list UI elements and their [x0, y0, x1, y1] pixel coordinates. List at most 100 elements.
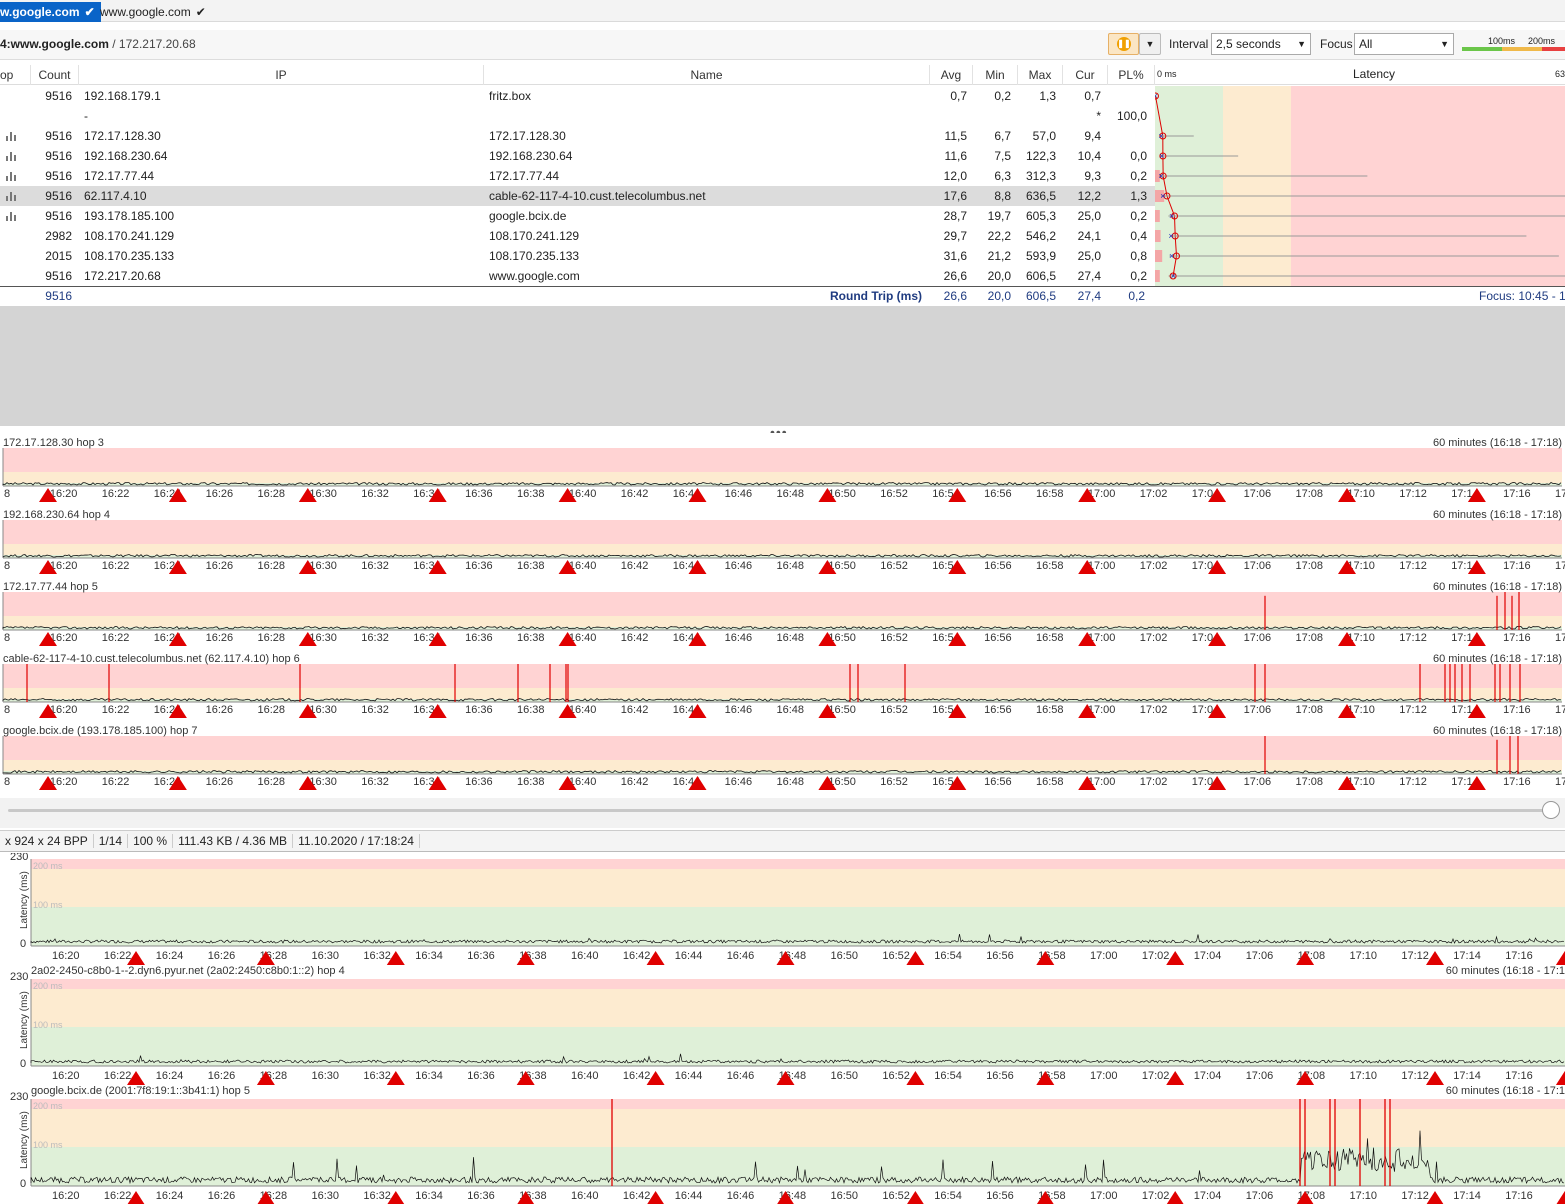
hop-row[interactable]: 9516 193.178.185.100 google.bcix.de 28,7 19,… [0, 206, 1155, 226]
time-tick-label: 17:1 [1555, 488, 1565, 500]
zone-good [31, 1027, 1565, 1066]
status-bar: x 924 x 24 BPP 1/14 100 % 111.43 KB / 4.36 … [0, 830, 1565, 852]
packet-loss-bar [1155, 250, 1163, 262]
time-tick-label: 16:56 [984, 776, 1012, 788]
summary-count: 9516 [45, 289, 72, 303]
scale-warn-bar [1502, 47, 1542, 51]
y-axis-title: Latency (ms) [19, 991, 30, 1049]
time-tick-label: 16:46 [727, 950, 755, 962]
time-tick-label: 16:58 [1036, 704, 1064, 716]
time-tick-label: 17:06 [1244, 560, 1272, 572]
latency-title: Latency [1353, 67, 1396, 81]
time-tick-label: 17:16 [1505, 1190, 1533, 1202]
col-avg[interactable]: Avg [930, 65, 973, 85]
slider-thumb[interactable] [1542, 801, 1560, 819]
hop-row[interactable]: 2015 108.170.235.133 108.170.235.133 31,6 21… [0, 246, 1155, 266]
col-ip[interactable]: IP [79, 65, 484, 85]
event-marker-icon[interactable] [1556, 1191, 1565, 1204]
target-address: 4:www.google.com / 172.217.20.68 [0, 37, 196, 51]
time-tick-label: 17:12 [1399, 776, 1427, 788]
time-slider[interactable] [0, 798, 1565, 828]
tab-google-active[interactable]: w.google.com ✔ [0, 2, 101, 22]
y-zero-label: 0 [20, 1178, 26, 1190]
time-tick-label: 17:08 [1296, 560, 1324, 572]
time-tick-label: 17:16 [1503, 560, 1531, 572]
cell-ip: 108.170.235.133 [84, 249, 175, 263]
hop-timeline-chart[interactable]: 8 16:20 16:22 16:24 16:26 16:28 16:30 16:32 16:3… [0, 649, 1565, 721]
chart-range: 60 minutes (16:18 - 17:18) [1432, 725, 1562, 737]
hop-latency-chart[interactable]: 16:20 16:22 16:24 16:26 16:28 16:30 16:32 16:34… [0, 1085, 1565, 1204]
time-tick-label: 16:46 [727, 1190, 755, 1202]
event-marker-icon[interactable] [1555, 1071, 1565, 1085]
bar-chart-icon[interactable] [6, 132, 18, 141]
time-tick-label: 17:02 [1140, 488, 1168, 500]
bar-chart-icon[interactable] [6, 212, 18, 221]
chart-title: 172.17.128.30 hop 3 [3, 437, 104, 449]
col-min[interactable]: Min [973, 65, 1018, 85]
time-tick-label: 16:50 [831, 1070, 859, 1082]
time-tick-label: 16:50 [831, 950, 859, 962]
time-tick-label: 17:02 [1140, 776, 1168, 788]
bar-chart-icon[interactable] [6, 172, 18, 181]
cell-min: 6,3 [994, 169, 1011, 183]
hop-row[interactable]: 9516 172.217.20.68 www.google.com 26,6 20,0 6… [0, 266, 1155, 286]
hop-row[interactable]: - * 100,0 [0, 106, 1155, 126]
bar-chart-icon[interactable] [6, 152, 18, 161]
hop-row[interactable]: 9516 192.168.179.1 fritz.box 0,7 0,2 1,3 0,7 [0, 86, 1155, 106]
chart-title: 172.17.77.44 hop 5 [3, 581, 98, 593]
hop-row[interactable]: 9516 172.17.77.44 172.17.77.44 12,0 6,3 312,3… [0, 166, 1155, 186]
summary-max: 606,5 [1025, 289, 1056, 303]
cell-pl: 0,2 [1130, 169, 1147, 183]
time-tick-label: 16:22 [102, 776, 130, 788]
chart-range: 60 minutes (16:18 - 17:18) [1432, 437, 1562, 449]
chart-title: google.bcix.de (193.178.185.100) hop 7 [3, 725, 198, 737]
y-200-label: 200 ms [33, 861, 63, 871]
hop-row[interactable]: 9516 172.17.128.30 172.17.128.30 11,5 6,7 57,… [0, 126, 1155, 146]
event-marker-icon[interactable] [1555, 951, 1565, 965]
focus-select[interactable]: All ▼ [1354, 33, 1454, 55]
col-name[interactable]: Name [484, 65, 930, 85]
pause-icon: ❚❚ [1117, 37, 1131, 51]
time-tick-label: 16:46 [725, 560, 753, 572]
time-tick-label: 8 [4, 560, 10, 572]
time-tick-label: 16:48 [777, 560, 805, 572]
time-tick-label: 17:02 [1140, 632, 1168, 644]
hop-row[interactable]: 9516 192.168.230.64 192.168.230.64 11,6 7,5 1… [0, 146, 1155, 166]
cell-pl: 100,0 [1116, 109, 1147, 123]
hop-timeline-chart[interactable]: 8 16:20 16:22 16:24 16:26 16:28 16:30 16:32 16:3… [0, 433, 1565, 505]
interval-select[interactable]: 2,5 seconds ▼ [1211, 33, 1311, 55]
bar-chart-icon[interactable] [6, 192, 18, 201]
col-pl[interactable]: PL% [1108, 65, 1155, 85]
col-cur[interactable]: Cur [1063, 65, 1108, 85]
time-tick-label: 17:08 [1296, 776, 1324, 788]
hop-latency-chart[interactable]: 16:20 16:22 16:24 16:26 16:28 16:30 16:32 16:34… [0, 965, 1565, 1085]
pause-dropdown-button[interactable]: ▼ [1139, 33, 1161, 55]
summary-focus: Focus: 10:45 - 17 [1479, 289, 1565, 303]
time-tick-label: 17:14 [1453, 950, 1481, 962]
hop-row[interactable]: 9516 62.117.4.10 cable-62-117-4-10.cust.te… [0, 186, 1155, 206]
hop-latency-chart[interactable]: 16:20 16:22 16:24 16:26 16:28 16:30 16:32 16:34… [0, 853, 1565, 965]
col-hop[interactable]: op [0, 65, 31, 85]
time-tick-label: 16:52 [880, 776, 908, 788]
zone-bad [3, 592, 1562, 616]
hop-timeline-chart[interactable]: 8 16:20 16:22 16:24 16:26 16:28 16:30 16:32 16:3… [0, 577, 1565, 649]
y-200-label: 200 ms [33, 981, 63, 991]
time-tick-label: 17:12 [1401, 1070, 1429, 1082]
hop-row[interactable]: 2982 108.170.241.129 108.170.241.129 29,7 22… [0, 226, 1155, 246]
time-tick-label: 16:22 [102, 560, 130, 572]
cell-avg: 28,7 [943, 209, 967, 223]
pause-button[interactable]: ❚❚ [1108, 33, 1139, 55]
tab-google[interactable]: www.google.com ✔ [100, 2, 212, 22]
focus-label: Focus [1320, 37, 1353, 51]
chart-range: 60 minutes (16:18 - 17:18) [1432, 653, 1562, 665]
col-count[interactable]: Count [31, 65, 79, 85]
time-tick-label: 16:28 [258, 776, 286, 788]
col-max[interactable]: Max [1018, 65, 1063, 85]
cell-max: 1,3 [1039, 89, 1056, 103]
chevron-down-icon: ▼ [1440, 39, 1449, 49]
hop-timeline-chart[interactable]: 8 16:20 16:22 16:24 16:26 16:28 16:30 16:32 16:3… [0, 505, 1565, 577]
time-tick-label: 16:32 [363, 1070, 391, 1082]
time-tick-label: 17:04 [1194, 1070, 1222, 1082]
hop-timeline-chart[interactable]: 8 16:20 16:22 16:24 16:26 16:28 16:30 16:32 16:3… [0, 721, 1565, 793]
time-tick-label: 16:56 [984, 704, 1012, 716]
